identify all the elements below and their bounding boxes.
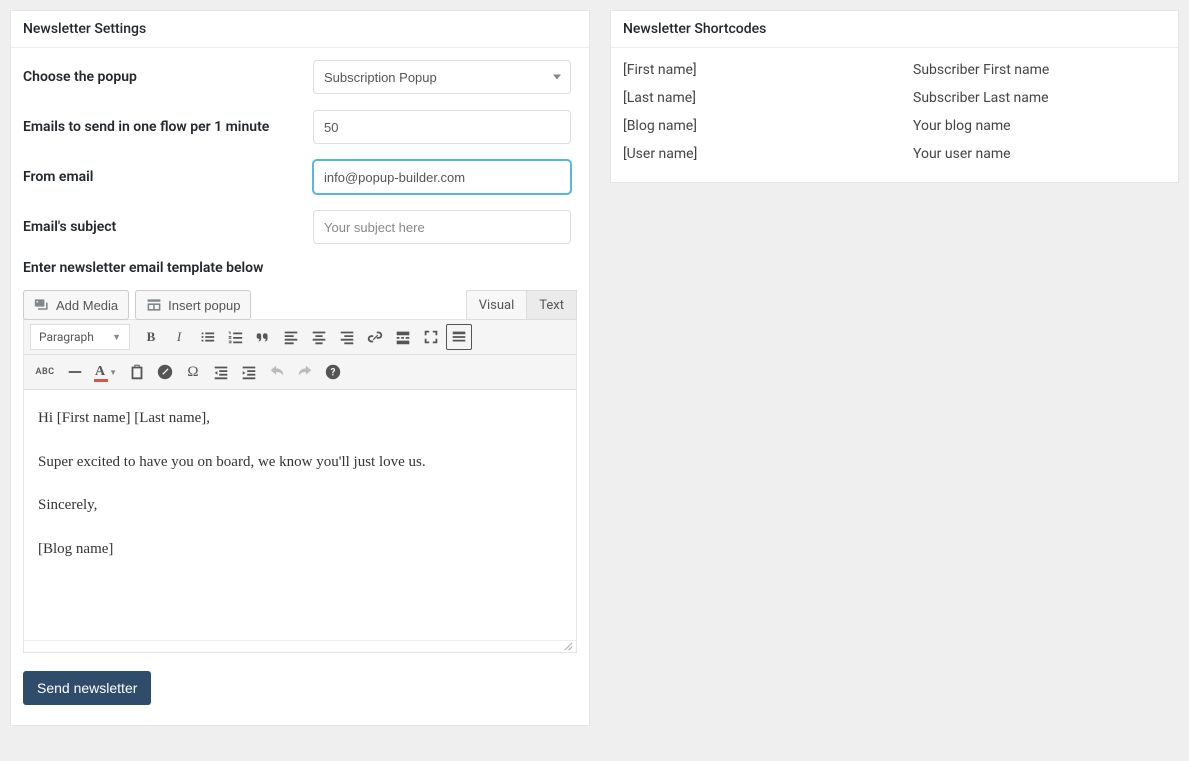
body-line: Sincerely, xyxy=(38,493,562,519)
text-color-button[interactable]: A▼ xyxy=(90,359,122,385)
bold-button[interactable]: B xyxy=(138,324,164,350)
tab-text[interactable]: Text xyxy=(527,290,577,320)
choose-popup-select[interactable]: Subscription Popup xyxy=(313,60,571,94)
label-choose-popup: Choose the popup xyxy=(23,69,313,85)
subject-input[interactable] xyxy=(313,210,571,244)
shortcode-row: [User name] Your user name xyxy=(611,140,1178,168)
label-emails-flow: Emails to send in one flow per 1 minute xyxy=(23,119,313,135)
align-center-button[interactable] xyxy=(306,324,332,350)
panel-title: Newsletter Settings xyxy=(11,11,589,48)
row-choose-popup: Choose the popup Subscription Popup xyxy=(23,60,577,94)
rich-editor: Paragraph ▼ B I xyxy=(23,319,577,653)
shortcode-desc: Subscriber First name xyxy=(913,62,1049,78)
popup-icon xyxy=(146,297,162,313)
undo-button[interactable] xyxy=(264,359,290,385)
newsletter-settings-panel: Newsletter Settings Choose the popup Sub… xyxy=(10,10,590,726)
number-list-button[interactable] xyxy=(222,324,248,350)
link-button[interactable] xyxy=(362,324,388,350)
shortcode-row: [Last name] Subscriber Last name xyxy=(611,84,1178,112)
blockquote-button[interactable] xyxy=(250,324,276,350)
add-media-button[interactable]: Add Media xyxy=(23,290,129,320)
shortcode-row: [Blog name] Your blog name xyxy=(611,112,1178,140)
bullet-list-button[interactable] xyxy=(194,324,220,350)
align-left-button[interactable] xyxy=(278,324,304,350)
italic-button[interactable]: I xyxy=(166,324,192,350)
shortcode-code: [User name] xyxy=(623,146,913,162)
special-char-button[interactable]: Ω xyxy=(180,359,206,385)
read-more-button[interactable] xyxy=(390,324,416,350)
shortcode-desc: Your user name xyxy=(913,146,1011,162)
format-select[interactable]: Paragraph ▼ xyxy=(30,324,130,350)
shortcode-code: [Blog name] xyxy=(623,118,913,134)
shortcode-code: [Last name] xyxy=(623,90,913,106)
toolbar-row-2: ABC A▼ Ω ? xyxy=(24,355,576,390)
label-subject: Email's subject xyxy=(23,219,313,235)
body-line: Hi [First name] [Last name], xyxy=(38,406,562,432)
toolbar-toggle-button[interactable] xyxy=(446,324,472,350)
emails-flow-input[interactable] xyxy=(313,110,571,144)
help-button[interactable]: ? xyxy=(320,359,346,385)
toolbar-row-1: Paragraph ▼ B I xyxy=(24,320,576,355)
row-emails-flow: Emails to send in one flow per 1 minute xyxy=(23,110,577,144)
align-right-button[interactable] xyxy=(334,324,360,350)
body-line: [Blog name] xyxy=(38,537,562,563)
svg-text:?: ? xyxy=(331,368,336,379)
label-template: Enter newsletter email template below xyxy=(23,260,577,276)
paste-text-button[interactable] xyxy=(124,359,150,385)
row-from-email: From email xyxy=(23,160,577,194)
editor-tabs: Visual Text xyxy=(466,290,577,320)
row-subject: Email's subject xyxy=(23,210,577,244)
editor-content[interactable]: Hi [First name] [Last name], Super excit… xyxy=(24,390,576,640)
redo-button[interactable] xyxy=(292,359,318,385)
body-line: Super excited to have you on board, we k… xyxy=(38,450,562,476)
indent-button[interactable] xyxy=(236,359,262,385)
shortcode-desc: Subscriber Last name xyxy=(913,90,1049,106)
insert-popup-button[interactable]: Insert popup xyxy=(135,290,251,320)
tab-visual[interactable]: Visual xyxy=(466,290,528,320)
hr-button[interactable] xyxy=(62,359,88,385)
shortcode-row: [First name] Subscriber First name xyxy=(611,56,1178,84)
panel-title: Newsletter Shortcodes xyxy=(611,11,1178,48)
resize-handle[interactable] xyxy=(24,640,576,652)
fullscreen-button[interactable] xyxy=(418,324,444,350)
outdent-button[interactable] xyxy=(208,359,234,385)
from-email-input[interactable] xyxy=(313,160,571,194)
strikethrough-button[interactable]: ABC xyxy=(30,359,60,385)
send-newsletter-button[interactable]: Send newsletter xyxy=(23,671,151,705)
shortcode-desc: Your blog name xyxy=(913,118,1011,134)
media-icon xyxy=(34,297,50,313)
shortcode-code: [First name] xyxy=(623,62,913,78)
clear-format-button[interactable] xyxy=(152,359,178,385)
newsletter-shortcodes-panel: Newsletter Shortcodes [First name] Subsc… xyxy=(610,10,1179,183)
label-from-email: From email xyxy=(23,169,313,185)
chevron-down-icon: ▼ xyxy=(112,332,121,343)
